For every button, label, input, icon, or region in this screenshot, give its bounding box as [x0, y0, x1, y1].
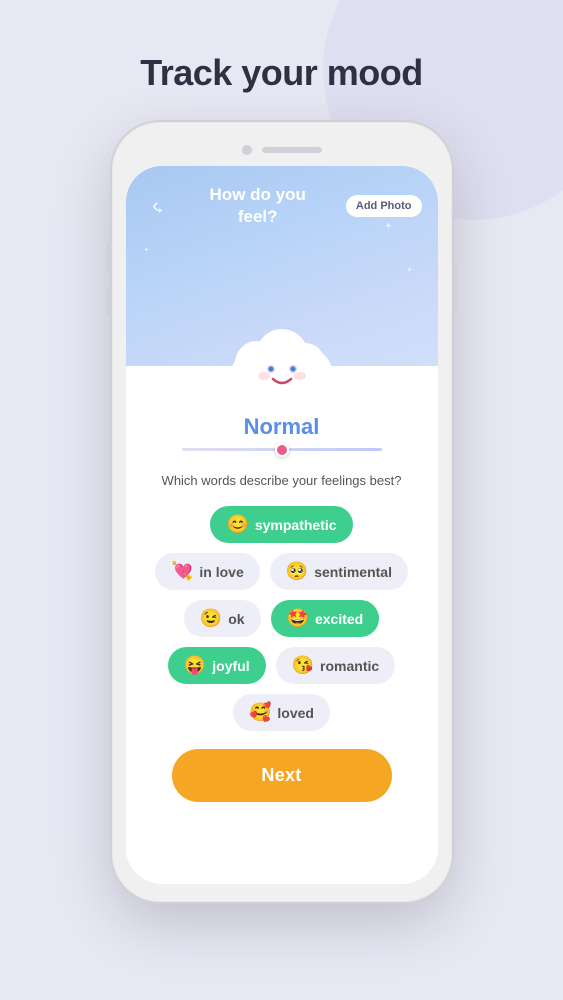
emotion-tag-sentimental[interactable]: 🥺 sentimental	[270, 553, 408, 590]
ok-emoji: 😉	[200, 608, 222, 629]
emotion-tag-sympathetic[interactable]: 😊 sympathetic	[210, 506, 352, 543]
emotion-tag-ok[interactable]: 😉 ok	[184, 600, 261, 637]
app-header: ✦ ✦ ✦ ✦ ‹ How do you feel? Add Photo	[126, 166, 438, 366]
emotion-row-2: 💘 in love 🥺 sentimental	[155, 553, 408, 590]
emotion-tag-excited[interactable]: 🤩 excited	[271, 600, 380, 637]
phone-button-right	[452, 262, 457, 312]
star-decoration: ✦	[156, 206, 164, 217]
excited-label: excited	[315, 611, 363, 627]
in-love-emoji: 💘	[171, 561, 193, 582]
ok-label: ok	[228, 611, 244, 627]
phone-top-bar	[126, 136, 438, 164]
emotion-grid: 😊 sympathetic 💘 in love 🥺 sentimental	[146, 506, 418, 731]
sentimental-label: sentimental	[314, 564, 392, 580]
add-photo-button[interactable]: Add Photo	[346, 195, 422, 217]
excited-emoji: 🤩	[287, 608, 309, 629]
sympathetic-label: sympathetic	[255, 517, 337, 533]
feelings-question: Which words describe your feelings best?	[162, 473, 402, 488]
emotion-row-3: 😉 ok 🤩 excited	[184, 600, 379, 637]
romantic-label: romantic	[320, 658, 379, 674]
sentimental-emoji: 🥺	[286, 561, 308, 582]
joyful-label: joyful	[212, 658, 249, 674]
star-decoration4: ✦	[407, 266, 413, 274]
emotion-row-1: 😊 sympathetic	[210, 506, 352, 543]
next-button[interactable]: Next	[172, 749, 392, 802]
phone-button-left2	[107, 287, 112, 317]
cloud-svg	[227, 311, 337, 396]
app-body: Normal Which words describe your feeling…	[126, 366, 438, 884]
phone-frame: ✦ ✦ ✦ ✦ ‹ How do you feel? Add Photo	[112, 122, 452, 902]
phone-camera	[242, 145, 252, 155]
in-love-label: in love	[199, 564, 243, 580]
mood-label: Normal	[244, 414, 320, 440]
phone-speaker	[262, 147, 322, 153]
emotion-tag-in-love[interactable]: 💘 in love	[155, 553, 260, 590]
star-decoration3: ✦	[384, 221, 392, 232]
joyful-emoji: 😝	[184, 655, 206, 676]
star-decoration2: ✦	[144, 246, 150, 254]
sympathetic-emoji: 😊	[226, 514, 248, 535]
loved-emoji: 🥰	[249, 702, 271, 723]
page-title: Track your mood	[140, 52, 423, 94]
mood-slider[interactable]	[182, 448, 382, 451]
emotion-row-5: 🥰 loved	[233, 694, 330, 731]
romantic-emoji: 😘	[292, 655, 314, 676]
header-top-row: ‹ How do you feel? Add Photo	[126, 166, 438, 228]
cloud-character	[227, 311, 337, 396]
emotion-tag-loved[interactable]: 🥰 loved	[233, 694, 330, 731]
phone-screen: ✦ ✦ ✦ ✦ ‹ How do you feel? Add Photo	[126, 166, 438, 884]
emotion-tag-romantic[interactable]: 😘 romantic	[276, 647, 396, 684]
emotion-row-4: 😝 joyful 😘 romantic	[168, 647, 395, 684]
phone-button-left	[107, 242, 112, 272]
loved-label: loved	[277, 705, 314, 721]
header-title: How do you feel?	[170, 184, 346, 228]
mood-slider-dot	[275, 443, 289, 457]
emotion-tag-joyful[interactable]: 😝 joyful	[168, 647, 266, 684]
